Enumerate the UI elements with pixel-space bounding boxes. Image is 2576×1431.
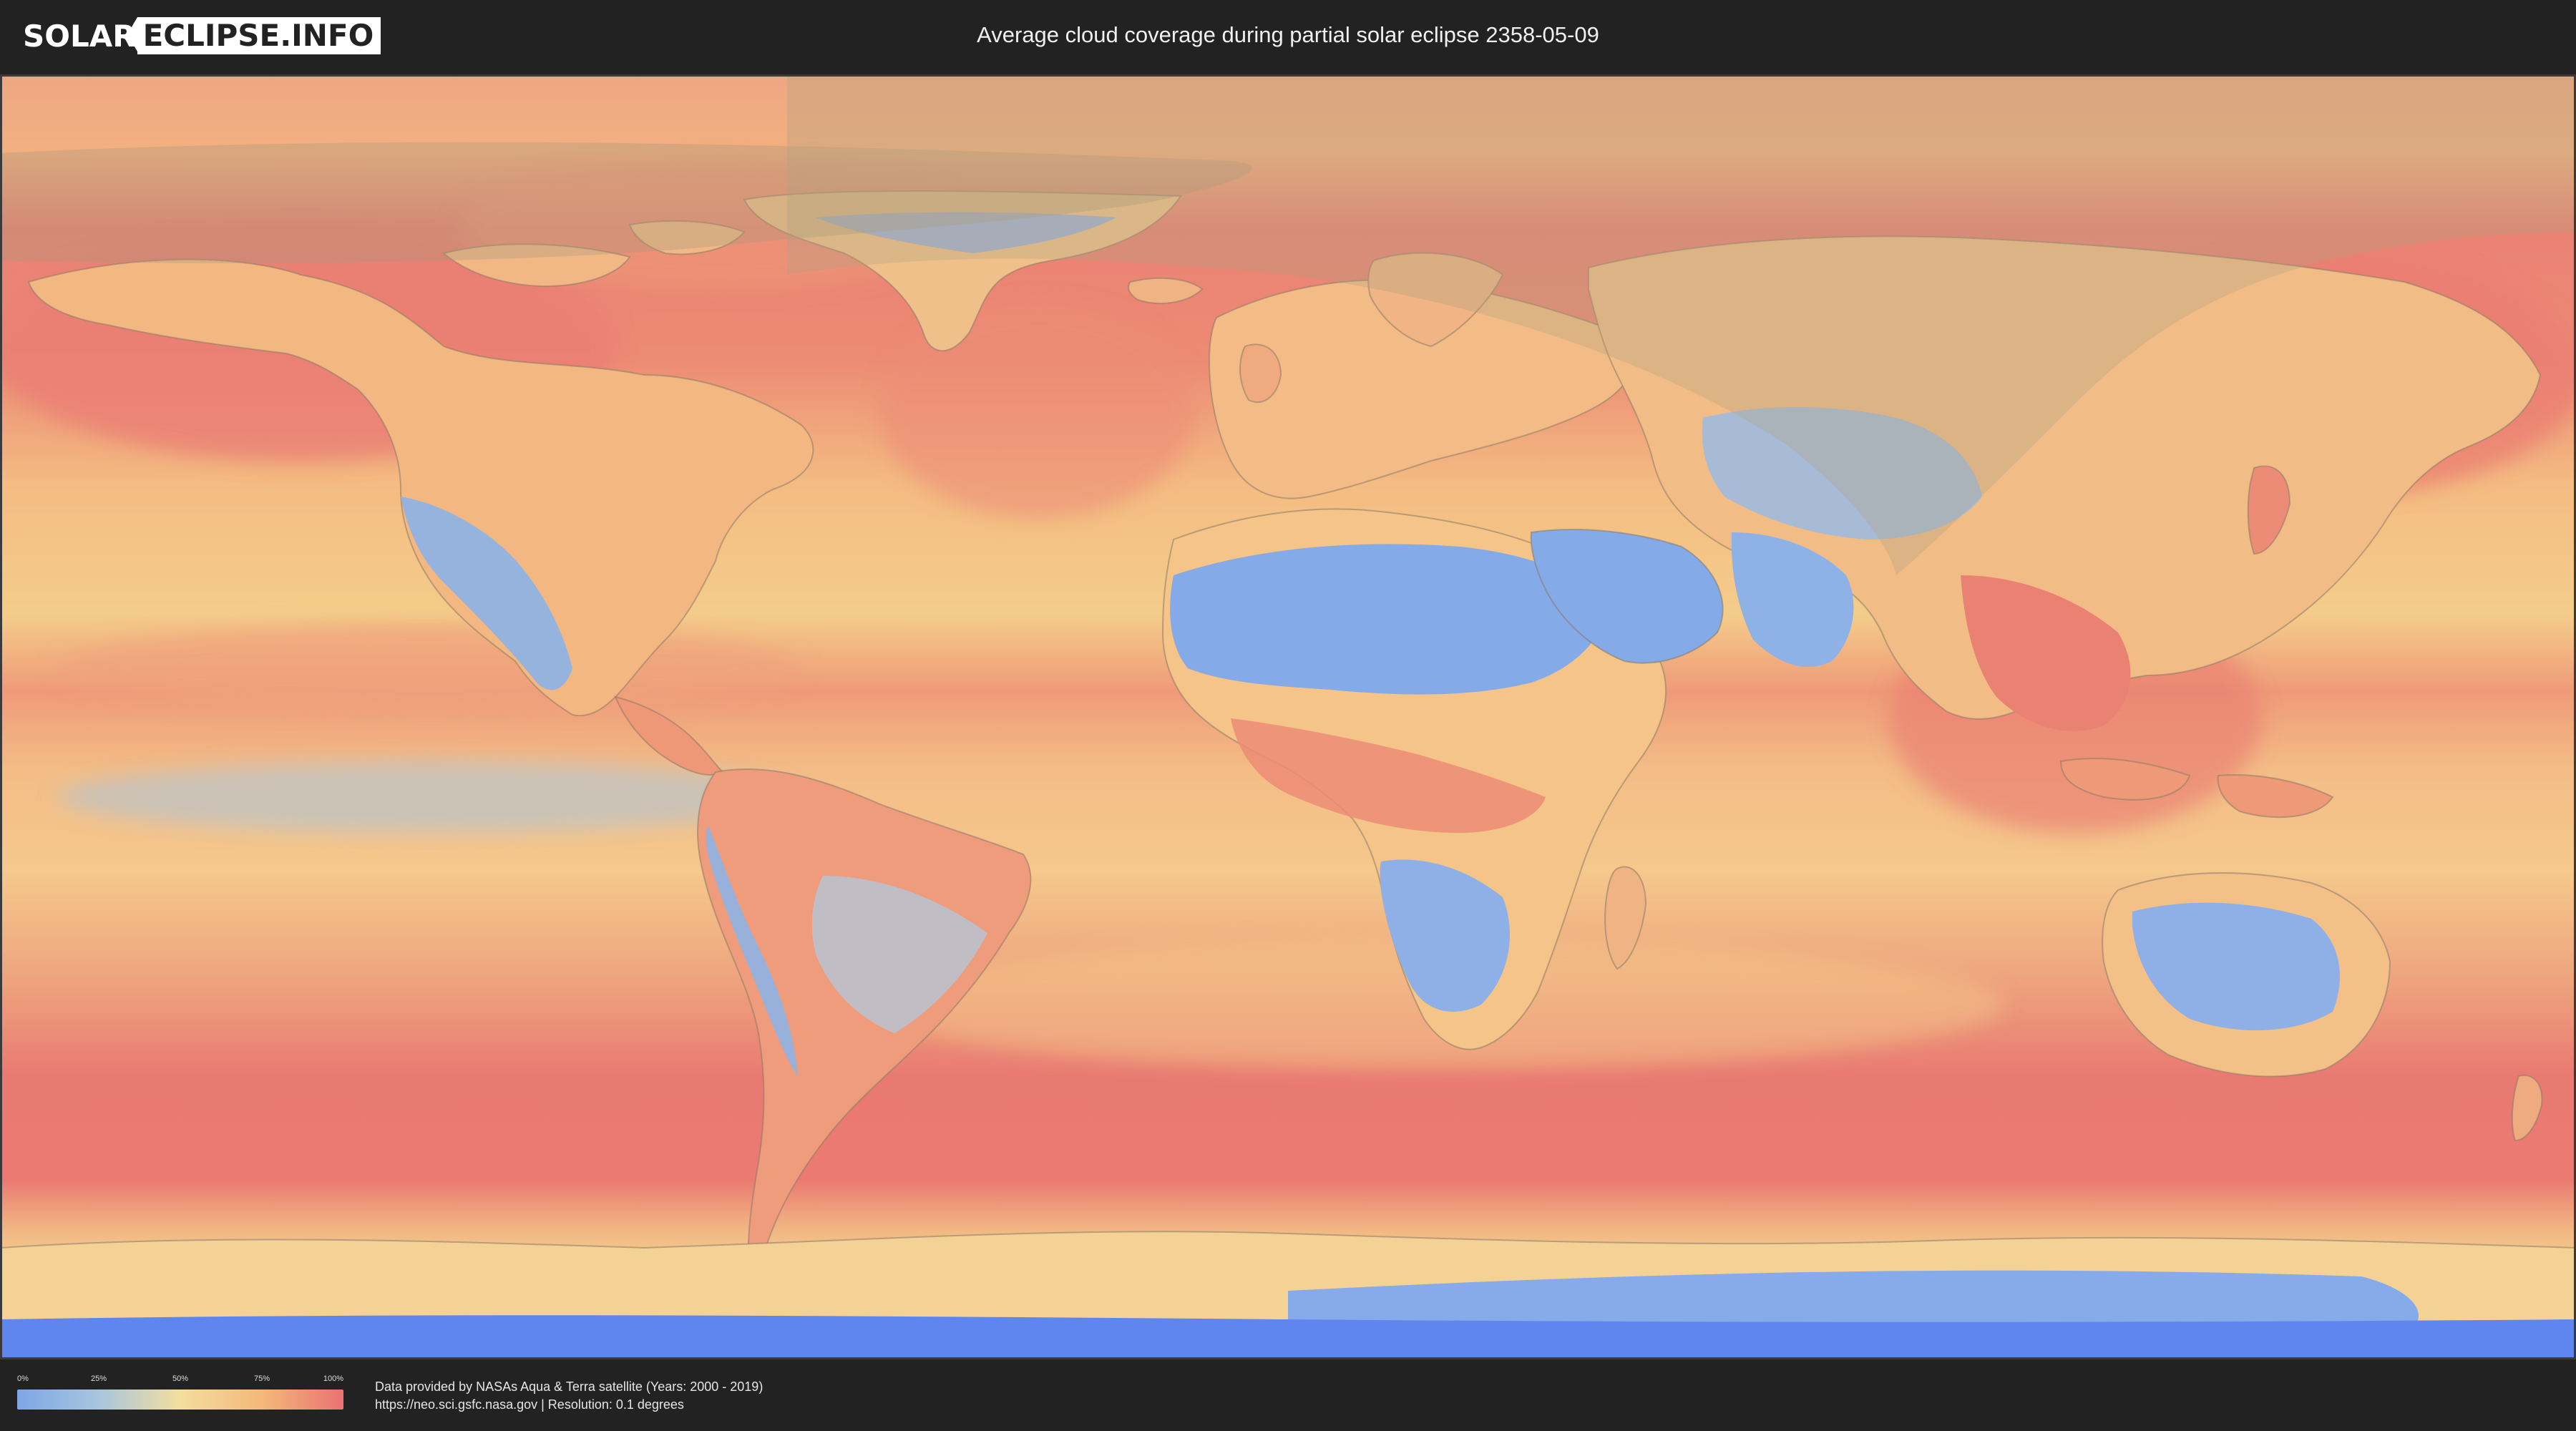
- cloud-legend: 0% 25% 50% 75% 100%: [17, 1374, 343, 1414]
- header-bar: SOLAR ECLIPSE.INFO Average cloud coverag…: [0, 0, 2576, 72]
- world-map-svg: [0, 74, 2576, 1359]
- legend-tick-100: 100%: [323, 1374, 343, 1383]
- legend-tick-50: 50%: [172, 1374, 189, 1383]
- data-credits: Data provided by NASAs Aqua & Terra sate…: [375, 1378, 763, 1414]
- legend-tick-75: 75%: [253, 1374, 270, 1383]
- page-root: SOLAR ECLIPSE.INFO Average cloud coverag…: [0, 0, 2576, 1431]
- legend-tick-0: 0%: [17, 1374, 29, 1383]
- credits-url: https://neo.sci.gsfc.nasa.gov | Resoluti…: [375, 1397, 684, 1412]
- page-title: Average cloud coverage during partial so…: [977, 22, 1599, 47]
- credits-source: Data provided by NASAs Aqua & Terra sate…: [375, 1379, 763, 1394]
- legend-gradient-bar: [17, 1390, 343, 1410]
- legend-tick-25: 25%: [90, 1374, 107, 1383]
- cloud-coverage-map: [0, 74, 2576, 1359]
- legend-ticks: 0% 25% 50% 75% 100%: [17, 1374, 343, 1384]
